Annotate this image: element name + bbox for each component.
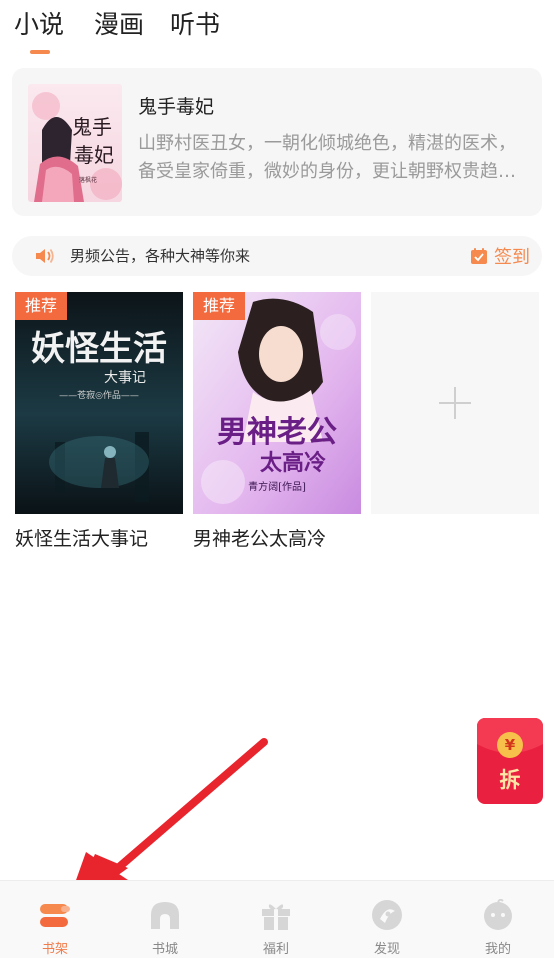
announcement-bar[interactable]: 男频公告，各种大神等你来 签到 xyxy=(12,236,542,276)
book-cover: 男神老公 太高冷 青方阔[作品] 推荐 xyxy=(193,292,361,514)
checkin-label: 签到 xyxy=(494,247,530,268)
announcement-text: 男频公告，各种大神等你来 xyxy=(70,247,251,265)
add-book-button[interactable] xyxy=(371,292,539,514)
featured-book-card[interactable]: 鬼手 毒妃 落枫花 鬼手毒妃 山野村医丑女，一朝化倾城绝色，精湛的医术，备受皇家… xyxy=(12,68,542,216)
bookshelf-item[interactable]: 男神老公 太高冷 青方阔[作品] 推荐 男神老公太高冷 xyxy=(193,292,361,551)
nav-profile[interactable]: 我的 xyxy=(443,891,553,957)
book-cover: 妖怪生活 大事记 ——苍寂◎作品—— 推荐 xyxy=(15,292,183,514)
bookshelf-icon xyxy=(39,899,71,931)
category-tabs: 小说 漫画 听书 xyxy=(0,0,554,60)
bookstore-icon xyxy=(149,899,181,931)
nav-bookstore[interactable]: 书城 xyxy=(110,891,220,957)
recommend-badge: 推荐 xyxy=(15,292,68,320)
book-title: 男神老公太高冷 xyxy=(193,528,327,550)
tab-novel[interactable]: 小说 xyxy=(14,8,64,42)
book-cover-title: 妖怪生活 xyxy=(31,329,167,369)
nav-label-bookstore: 书城 xyxy=(151,942,178,957)
svg-text:毒妃: 毒妃 xyxy=(74,143,114,167)
nav-label-welfare: 福利 xyxy=(262,942,289,957)
nav-label-bookshelf: 书架 xyxy=(41,942,68,957)
featured-book-cover: 鬼手 毒妃 落枫花 xyxy=(28,84,122,202)
nav-discover[interactable]: 发现 xyxy=(332,891,442,957)
tab-audiobook[interactable]: 听书 xyxy=(170,8,220,42)
bottom-navigation: 书架 书城 福利 发现 我的 xyxy=(0,880,554,958)
red-packet-label: 拆 xyxy=(499,768,521,792)
gift-icon xyxy=(260,899,292,931)
nav-bookshelf[interactable]: 书架 xyxy=(0,891,110,957)
calendar-check-icon xyxy=(470,247,488,265)
bookshelf-item[interactable]: 妖怪生活 大事记 ——苍寂◎作品—— 推荐 妖怪生活大事记 xyxy=(15,292,183,551)
tab-active-indicator xyxy=(30,50,50,54)
speaker-icon xyxy=(34,246,56,266)
discover-icon xyxy=(371,899,403,931)
book-cover-author: 青方阔[作品] xyxy=(248,480,306,493)
checkin-button[interactable]: 签到 xyxy=(470,243,530,269)
featured-book-description: 山野村医丑女，一朝化倾城绝色，精湛的医术，备受皇家倚重，微妙的身份，更让朝野权贵… xyxy=(138,133,516,182)
profile-icon xyxy=(482,898,514,931)
nav-label-profile: 我的 xyxy=(484,942,511,957)
nav-label-discover: 发现 xyxy=(373,942,400,957)
tab-comic[interactable]: 漫画 xyxy=(94,8,144,42)
book-cover-author: ——苍寂◎作品—— xyxy=(59,389,139,401)
featured-book-title: 鬼手毒妃 xyxy=(138,96,215,118)
nav-welfare[interactable]: 福利 xyxy=(221,891,331,957)
book-cover-subtitle: 大事记 xyxy=(104,370,146,386)
recommend-badge: 推荐 xyxy=(193,292,246,320)
book-title: 妖怪生活大事记 xyxy=(15,528,149,550)
red-packet-button[interactable]: ¥ 拆 xyxy=(477,718,543,804)
plus-icon xyxy=(439,387,471,419)
coin-icon: ¥ xyxy=(497,732,523,758)
book-cover-subtitle: 太高冷 xyxy=(260,450,326,476)
featured-cover-author: 落枫花 xyxy=(79,176,97,184)
book-cover-title: 男神老公 xyxy=(217,415,337,450)
featured-cover-text: 鬼手 xyxy=(72,115,112,139)
